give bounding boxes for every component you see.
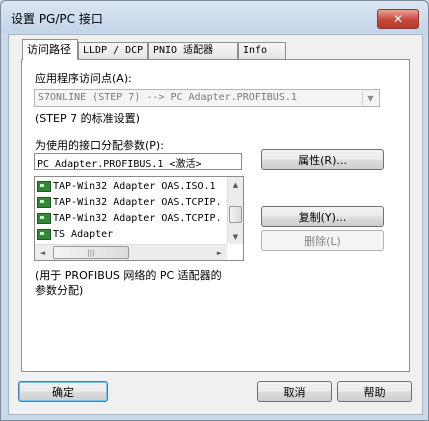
window-title: 设置 PG/PC 接口 (11, 12, 103, 26)
scroll-down-icon[interactable]: ▼ (228, 229, 243, 244)
chevron-down-icon[interactable]: ▼ (362, 91, 378, 105)
list-item[interactable]: TAP-Win32 Adapter OAS.TCPIP. (37, 210, 222, 226)
delete-button[interactable]: 删除(L) (261, 230, 384, 251)
params-label: 为使用的接口分配参数(P): (35, 139, 164, 152)
dialog-window: 设置 PG/PC 接口 ✕ 访问路径 LLDP / DCP PNIO 适配器 I… (0, 0, 429, 421)
list-item[interactable]: TAP-Win32 Adapter OAS.TCPIP. (37, 194, 222, 210)
help-button[interactable]: 帮助 (337, 381, 412, 402)
list-horizontal-scrollbar[interactable]: ◄ ||| ► (35, 244, 227, 260)
cancel-button[interactable]: 取消 (257, 381, 332, 402)
access-point-label: 应用程序访问点(A): (35, 72, 132, 85)
list-vertical-scrollbar[interactable]: ▲ ▼ (227, 177, 243, 244)
scroll-left-icon[interactable]: ◄ (35, 245, 50, 260)
tab-lldp-dcp[interactable]: LLDP / DCP (78, 42, 148, 59)
dialog-client: 访问路径 LLDP / DCP PNIO 适配器 Info 应用程序访问点(A)… (8, 34, 423, 415)
description-line-1: (用于 PROFIBUS 网络的 PC 适配器的 (35, 269, 222, 282)
copy-button[interactable]: 复制(Y)... (261, 206, 384, 227)
ok-button[interactable]: 确定 (18, 381, 108, 402)
scroll-right-icon[interactable]: ► (212, 245, 227, 260)
vertical-scroll-thumb[interactable] (229, 206, 242, 223)
access-point-note: (STEP 7 的标准设置) (35, 112, 140, 125)
list-item[interactable]: TAP-Win32 Adapter OAS.ISO.1 (37, 178, 216, 194)
network-adapter-icon (37, 196, 51, 208)
access-point-value: S7ONLINE (STEP 7) --> PC Adapter.PROFIBU… (38, 92, 297, 103)
access-path-panel: 应用程序访问点(A): S7ONLINE (STEP 7) --> PC Ada… (21, 59, 410, 372)
network-adapter-icon (37, 180, 51, 192)
interface-list[interactable]: TAP-Win32 Adapter OAS.ISO.1 TAP-Win32 Ad… (34, 176, 244, 261)
tab-pnio-adapter[interactable]: PNIO 适配器 (148, 42, 238, 59)
tab-info[interactable]: Info (238, 42, 286, 59)
horizontal-scroll-thumb[interactable]: ||| (53, 246, 129, 259)
network-adapter-icon (37, 228, 51, 240)
selected-interface-value: PC Adapter.PROFIBUS.1 <激活> (37, 159, 202, 170)
tab-access-path[interactable]: 访问路径 (22, 39, 78, 60)
scroll-up-icon[interactable]: ▲ (228, 177, 243, 192)
properties-button[interactable]: 属性(R)... (261, 149, 384, 170)
close-button[interactable]: ✕ (377, 9, 419, 29)
list-item[interactable]: TS Adapter (37, 226, 113, 242)
close-icon: ✕ (392, 12, 404, 26)
description-line-2: 参数分配) (35, 284, 84, 297)
access-point-select[interactable]: S7ONLINE (STEP 7) --> PC Adapter.PROFIBU… (34, 89, 380, 107)
selected-interface-field[interactable]: PC Adapter.PROFIBUS.1 <激活> (34, 153, 242, 170)
network-adapter-icon (37, 212, 51, 224)
title-bar[interactable]: 设置 PG/PC 接口 ✕ (1, 1, 428, 33)
